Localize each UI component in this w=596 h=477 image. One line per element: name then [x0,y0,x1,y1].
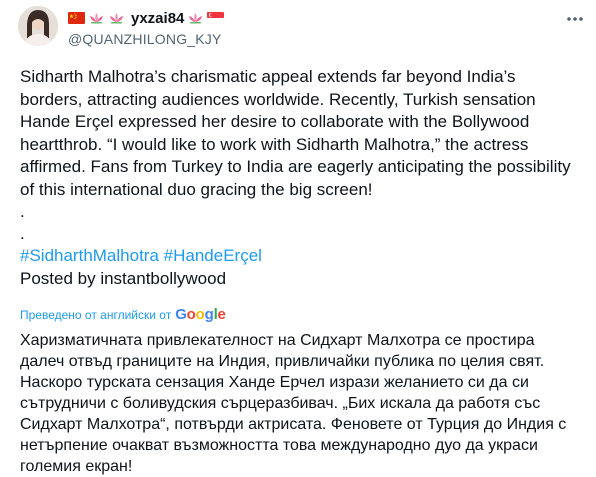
tweet-card: yxzai84 @QUANZHILONG_KJY Sidharth Malhot… [0,0,596,477]
display-name[interactable]: yxzai84 [131,10,184,27]
tweet-header: yxzai84 @QUANZHILONG_KJY [68,8,566,48]
lotus-icon [108,12,125,24]
translation-label: Преведено от английски от [20,307,172,322]
translated-text: Харизматичната привлекателност на Сидхар… [20,332,567,475]
google-logo: Google [175,306,226,323]
avatar[interactable] [18,6,58,46]
spacer-dot: . [20,224,25,243]
translation-attribution[interactable]: Преведено от английски от Google [20,306,226,323]
user-handle[interactable]: @QUANZHILONG_KJY [68,31,566,47]
user-name-row[interactable]: yxzai84 [68,8,566,28]
lotus-icon [88,12,105,24]
tweet-text: Sidharth Malhotra’s charismatic appeal e… [20,66,580,290]
spacer-dot: . [20,202,25,221]
more-options-button[interactable] [564,10,586,28]
posted-by: Posted by instantbollywood [20,268,227,288]
hashtag-link[interactable]: #SidharthMalhotra [20,246,159,265]
tweet-paragraph: Sidharth Malhotra’s charismatic appeal e… [20,67,571,199]
lotus-icon [187,12,204,24]
hashtag-row: #SidharthMalhotra #HandeErçel [20,245,580,268]
hashtag-link[interactable]: #HandeErçel [164,246,262,265]
more-horizontal-icon [567,17,583,21]
singapore-flag-icon [207,12,225,24]
china-flag-icon [68,12,85,24]
